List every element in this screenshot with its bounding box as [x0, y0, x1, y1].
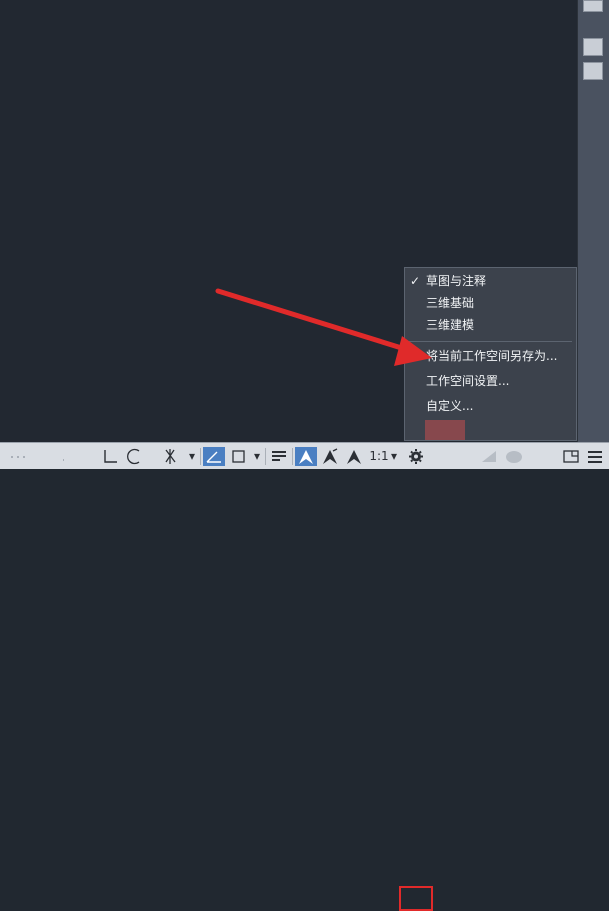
workspace-option-3d-modeling[interactable]: 三维建模	[405, 314, 576, 336]
customization-icon[interactable]	[585, 447, 605, 466]
annotation-visibility-icon[interactable]	[295, 447, 317, 466]
selection-dropdown[interactable]: ▾	[251, 447, 263, 466]
selection-cycling-icon[interactable]	[228, 447, 250, 466]
divider	[265, 448, 266, 465]
clean-screen-icon[interactable]	[560, 447, 582, 466]
osnap-icon[interactable]	[160, 447, 182, 466]
workspace-settings-item[interactable]: 工作空间设置...	[405, 370, 576, 392]
osnap-dropdown[interactable]: ▾	[186, 447, 198, 466]
divider	[292, 448, 293, 465]
status-bar: ▾ ▾ 1:1 ▾	[0, 442, 609, 911]
ortho-icon[interactable]	[100, 447, 122, 466]
menu-item-label: 三维基础	[426, 296, 475, 310]
menu-item-label: 自定义...	[426, 399, 474, 413]
right-toolbar	[577, 0, 609, 442]
divider	[200, 448, 201, 465]
menu-divider	[409, 341, 572, 342]
auto-scale-icon[interactable]	[319, 447, 341, 466]
pan-icon[interactable]	[583, 62, 603, 80]
workspace-gear-icon[interactable]	[406, 447, 426, 466]
grid-icon[interactable]	[4, 447, 64, 466]
workspace-option-drafting[interactable]: ✓ 草图与注释	[405, 270, 576, 292]
menu-item-label: 三维建模	[426, 318, 475, 332]
menu-item-label: 将当前工作空间另存为...	[426, 349, 558, 363]
menu-footer-highlight	[425, 420, 465, 440]
navigation-wheel-icon[interactable]	[583, 38, 603, 56]
checkmark-icon: ✓	[410, 274, 421, 288]
annotation-scale-value[interactable]: 1:1	[368, 447, 390, 466]
hardware-accel-icon[interactable]	[503, 447, 525, 466]
isolate-icon[interactable]	[478, 447, 500, 466]
menu-item-label: 草图与注释	[426, 274, 487, 288]
customize-item[interactable]: 自定义...	[405, 395, 576, 417]
dynamic-ucs-icon[interactable]	[203, 447, 225, 466]
polar-icon[interactable]	[124, 447, 146, 466]
menu-item-label: 工作空间设置...	[426, 374, 510, 388]
viewcube-icon[interactable]	[583, 0, 603, 12]
annotation-scale-icon[interactable]	[343, 447, 365, 466]
workspace-option-3d-basics[interactable]: 三维基础	[405, 292, 576, 314]
workspace-menu: ✓ 草图与注释 三维基础 三维建模 将当前工作空间另存为... 工作空间设置..…	[404, 267, 577, 441]
gear-highlight-box	[399, 886, 433, 911]
save-workspace-as-item[interactable]: 将当前工作空间另存为...	[405, 345, 576, 367]
scale-dropdown[interactable]: ▾	[389, 447, 399, 466]
lineweight-icon[interactable]	[268, 447, 290, 466]
